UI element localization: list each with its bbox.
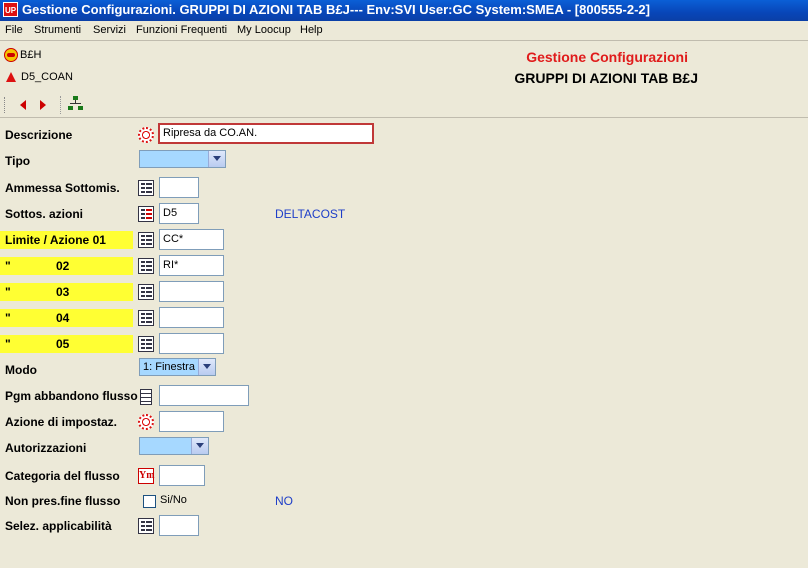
tree-icon[interactable]: [68, 96, 84, 112]
sottos-label: Sottos. azioni: [5, 207, 83, 221]
modo-label: Modo: [5, 363, 37, 377]
next-arrow-icon[interactable]: [34, 97, 50, 113]
ammessa-field[interactable]: [159, 177, 199, 198]
limite-04-num: 04: [56, 311, 70, 325]
list-icon[interactable]: [138, 310, 154, 326]
nonpres-description: NO: [275, 494, 293, 508]
ditto-mark: ": [5, 337, 11, 351]
chevron-down-icon[interactable]: [191, 438, 208, 454]
descrizione-field[interactable]: Ripresa da CO.AN.: [158, 123, 374, 144]
list-icon[interactable]: [138, 232, 154, 248]
limite-03-num: 03: [56, 285, 70, 299]
header-item-1[interactable]: B£H: [4, 48, 41, 64]
menubar: File Strumenti Servizi Funzioni Frequent…: [0, 21, 808, 41]
document-icon[interactable]: [140, 389, 152, 405]
warning-triangle-icon: [6, 72, 16, 83]
limite-01-label: Limite / Azione 01: [0, 231, 133, 249]
form-panel: Descrizione Ripresa da CO.AN. Tipo Ammes…: [0, 119, 808, 568]
limite-02-num: 02: [56, 259, 70, 273]
header-item-2[interactable]: D5_COAN: [4, 71, 73, 87]
sottos-field[interactable]: D5: [159, 203, 199, 224]
autorizzazioni-label: Autorizzazioni: [5, 441, 87, 455]
ditto-mark: ": [5, 285, 11, 299]
limite-02-field[interactable]: RI*: [159, 255, 224, 276]
limite-03-field[interactable]: [159, 281, 224, 302]
gear-icon[interactable]: [138, 127, 154, 143]
limite-01-field[interactable]: CC*: [159, 229, 224, 250]
categoria-label: Categoria del flusso: [5, 469, 120, 483]
page-subtitle: GRUPPI DI AZIONI TAB B£J: [514, 70, 698, 86]
menu-my-loocup[interactable]: My Loocup: [237, 24, 291, 36]
chevron-down-icon[interactable]: [198, 359, 215, 375]
azione-field[interactable]: [159, 411, 224, 432]
ditto-mark: ": [5, 311, 11, 325]
prev-arrow-icon[interactable]: [16, 97, 32, 113]
page-title: Gestione Configurazioni: [526, 49, 688, 65]
chevron-down-icon[interactable]: [208, 151, 225, 167]
ym-icon[interactable]: Ym: [138, 468, 155, 484]
list-icon[interactable]: [138, 206, 154, 222]
app-icon: UP: [3, 2, 18, 17]
categoria-field[interactable]: [159, 465, 205, 486]
gear-icon[interactable]: [138, 414, 154, 430]
toolbar-separator: [60, 96, 61, 114]
list-icon[interactable]: [138, 336, 154, 352]
limite-04-label: " 04: [0, 309, 133, 327]
menu-file[interactable]: File: [5, 24, 23, 36]
menu-servizi[interactable]: Servizi: [93, 24, 126, 36]
nonpres-label: Non pres.fine flusso: [5, 494, 121, 508]
window-title: Gestione Configurazioni. GRUPPI DI AZION…: [22, 2, 650, 17]
nonpres-checkbox-label: Si/No: [160, 494, 187, 506]
list-icon[interactable]: [138, 518, 154, 534]
limite-03-label: " 03: [0, 283, 133, 301]
azione-label: Azione di impostaz.: [5, 415, 118, 429]
limite-04-field[interactable]: [159, 307, 224, 328]
limite-05-label: " 05: [0, 335, 133, 353]
list-icon[interactable]: [138, 180, 154, 196]
tipo-label: Tipo: [5, 154, 31, 168]
toolbar-grip[interactable]: [4, 97, 6, 113]
limite-05-field[interactable]: [159, 333, 224, 354]
descrizione-label: Descrizione: [5, 128, 73, 142]
header-panel: B£H D5_COAN Gestione Configurazioni GRUP…: [0, 42, 808, 92]
object-icon: [4, 48, 18, 62]
modo-select[interactable]: 1: Finestra: [139, 358, 216, 376]
nonpres-checkbox[interactable]: [143, 495, 156, 508]
list-icon[interactable]: [138, 258, 154, 274]
tipo-value: [140, 151, 208, 167]
modo-value: 1: Finestra: [140, 359, 198, 375]
window-titlebar: UP Gestione Configurazioni. GRUPPI DI AZ…: [0, 0, 808, 21]
header-item-1-label: B£H: [20, 49, 42, 61]
menu-funzioni-frequenti[interactable]: Funzioni Frequenti: [136, 24, 227, 36]
menu-strumenti[interactable]: Strumenti: [34, 24, 81, 36]
ditto-mark: ": [5, 259, 11, 273]
pgm-label: Pgm abbandono flusso: [5, 389, 138, 403]
ammessa-label: Ammessa Sottomis.: [5, 181, 120, 195]
menu-help[interactable]: Help: [300, 24, 323, 36]
toolbar: [0, 92, 808, 118]
autorizzazioni-select[interactable]: [139, 437, 209, 455]
selez-label: Selez. applicabilità: [5, 519, 112, 533]
sottos-description: DELTACOST: [275, 207, 346, 221]
autorizzazioni-value: [140, 438, 191, 454]
tipo-select[interactable]: [139, 150, 226, 168]
selez-field[interactable]: [159, 515, 199, 536]
list-icon[interactable]: [138, 284, 154, 300]
pgm-field[interactable]: [159, 385, 249, 406]
limite-02-label: " 02: [0, 257, 133, 275]
limite-05-num: 05: [56, 337, 70, 351]
header-item-2-label: D5_COAN: [21, 71, 73, 84]
